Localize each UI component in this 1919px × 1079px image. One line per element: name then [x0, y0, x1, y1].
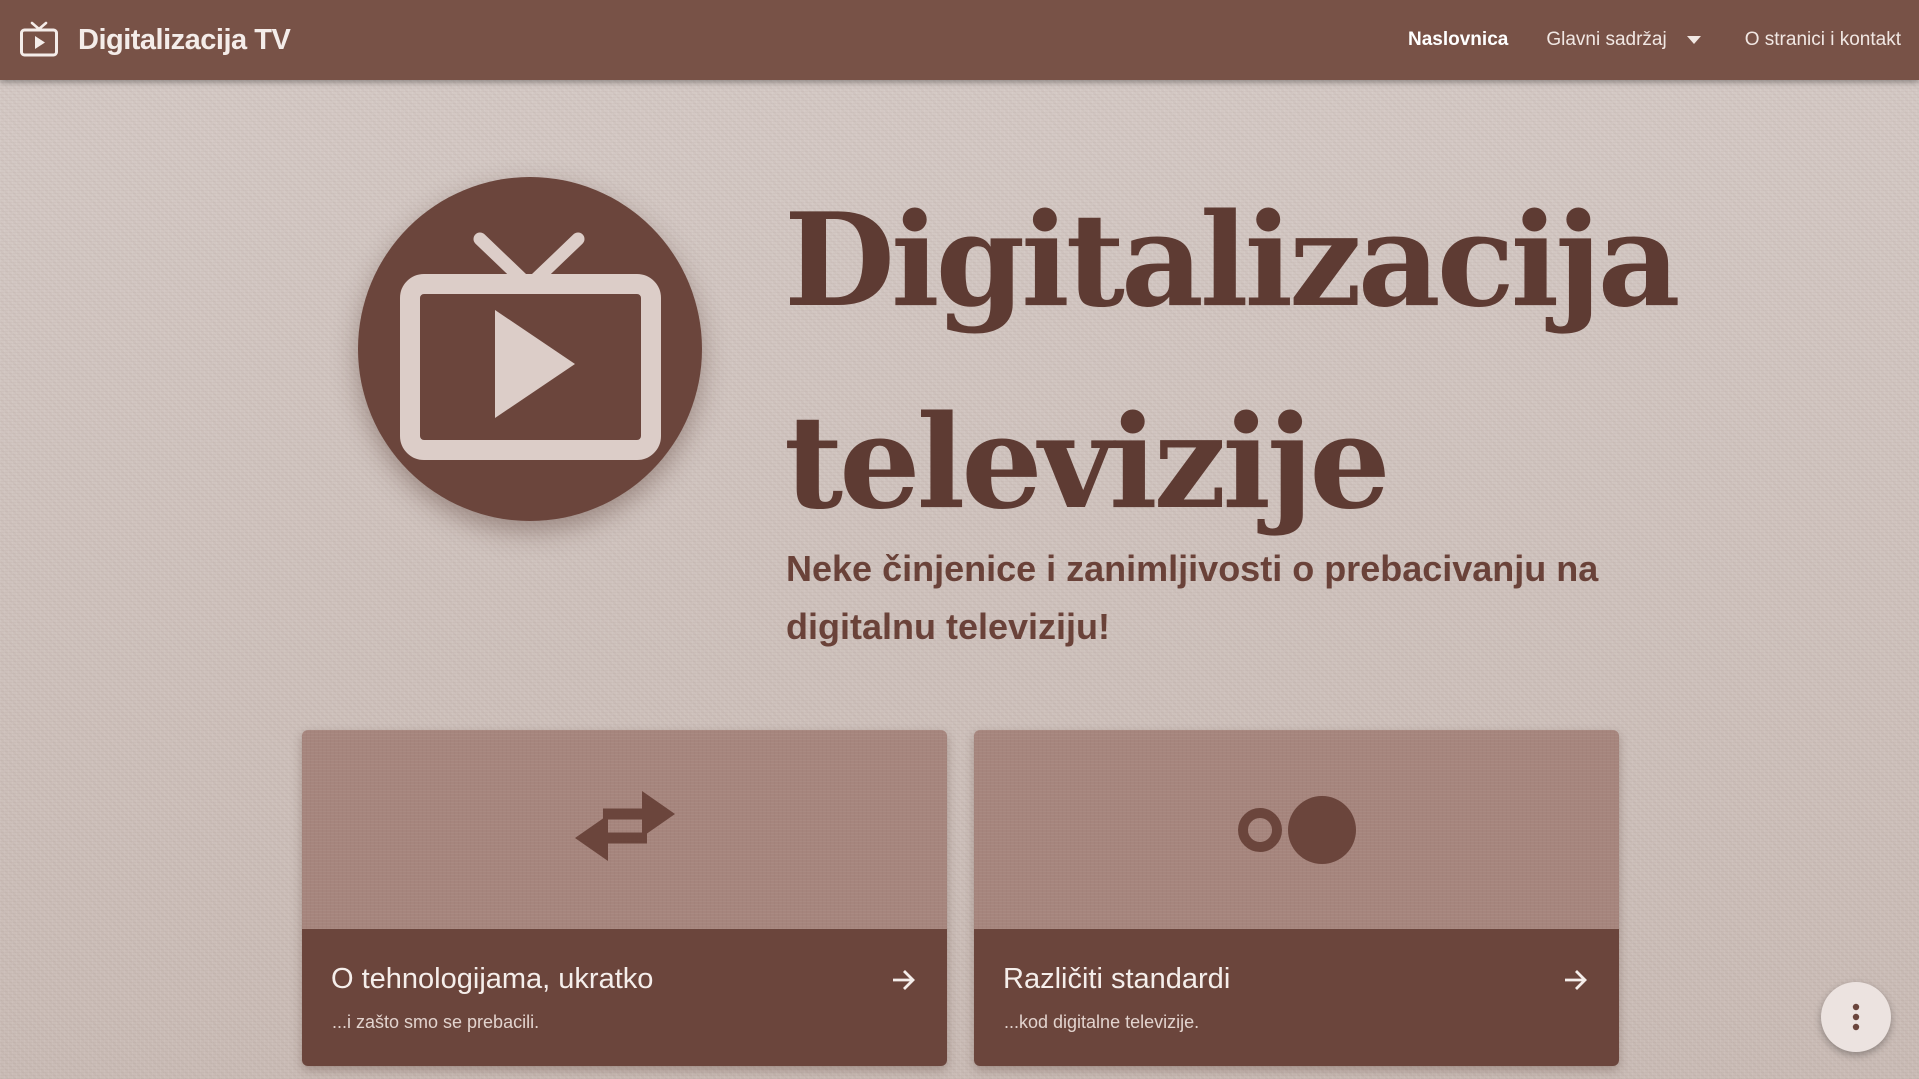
brand-title: Digitalizacija TV [78, 23, 291, 56]
hero-title-line-2: televizije [784, 388, 1391, 538]
nav-links: Naslovnica Glavni sadržaj O stranici i k… [1408, 0, 1901, 80]
card-description: ...i zašto smo se prebacili. [332, 1012, 540, 1032]
card-description: ...kod digitalne televizije. [1004, 1012, 1200, 1032]
caret-down-icon [1686, 36, 1701, 44]
more-vertical-icon [1852, 1003, 1860, 1031]
hero-logo [358, 177, 702, 521]
toggle-circles-icon [1238, 796, 1356, 864]
more-options-button[interactable] [1821, 982, 1891, 1052]
card-body: O tehnologijama, ukratko ...i zašto smo … [302, 929, 947, 1066]
nav-link-about-contact[interactable]: O stranici i kontakt [1745, 29, 1901, 51]
arrow-right-icon[interactable] [891, 967, 917, 993]
tv-play-icon [400, 232, 661, 460]
tv-play-icon [20, 21, 58, 57]
hero-title: Digitalizacija televizije [784, 160, 1804, 564]
swap-arrows-icon [575, 791, 675, 861]
nav-dropdown-main-content[interactable]: Glavni sadržaj [1546, 29, 1701, 51]
card-title: Različiti standardi [1003, 963, 1231, 995]
card-technologies[interactable]: O tehnologijama, ukratko ...i zašto smo … [302, 730, 947, 1066]
nav-link-home[interactable]: Naslovnica [1408, 29, 1508, 51]
hero-subtitle: Neke činjenice i zanimljivosti o prebaci… [786, 548, 1599, 647]
arrow-right-icon[interactable] [1563, 967, 1589, 993]
card-media [302, 730, 947, 929]
card-body: Različiti standardi ...kod digitalne tel… [974, 929, 1619, 1066]
hero-title-line-1: Digitalizacija [784, 186, 1681, 336]
nav-link-main-content[interactable]: Glavni sadržaj [1546, 29, 1666, 51]
card-standards[interactable]: Različiti standardi ...kod digitalne tel… [974, 730, 1619, 1066]
card-media [974, 730, 1619, 929]
brand[interactable]: Digitalizacija TV [19, 20, 291, 60]
card-title: O tehnologijama, ukratko [331, 963, 654, 995]
top-navbar: Digitalizacija TV Naslovnica Glavni sadr… [0, 0, 1919, 80]
